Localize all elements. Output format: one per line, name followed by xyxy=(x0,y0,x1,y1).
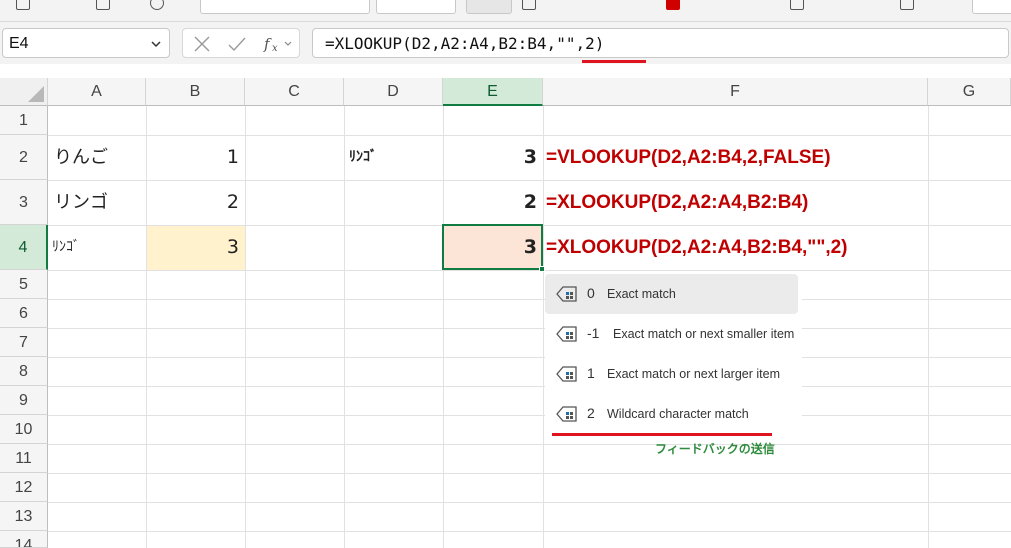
option-label: Exact match xyxy=(607,287,676,301)
row-header-13[interactable]: 13 xyxy=(0,502,48,531)
formula-highlight-underline xyxy=(582,60,646,63)
cell-d2[interactable]: ﾘﾝｺﾞ xyxy=(345,135,443,180)
row-header-6[interactable]: 6 xyxy=(0,299,48,328)
cell-b4[interactable]: 3 xyxy=(146,225,245,270)
option-code: 2 xyxy=(587,405,595,421)
row-header-1[interactable]: 1 xyxy=(0,106,48,135)
select-all-corner[interactable] xyxy=(0,78,48,106)
name-box[interactable]: E4 xyxy=(2,28,170,58)
option-exact-match[interactable]: 0 Exact match xyxy=(545,274,798,314)
gridline xyxy=(48,502,1011,503)
row-header-5[interactable]: 5 xyxy=(0,270,48,299)
option-highlight-underline xyxy=(552,433,772,436)
gridline xyxy=(48,415,1011,416)
formula-controls: f x xyxy=(182,28,300,58)
font-size-dropdown[interactable] xyxy=(376,0,456,14)
spreadsheet-grid[interactable]: A B C D E F G 1 2 3 4 5 6 7 8 9 10 11 12… xyxy=(0,78,1011,548)
cancel-icon[interactable] xyxy=(193,35,211,53)
option-label: Exact match or next smaller item xyxy=(613,327,795,341)
gridline xyxy=(48,473,1011,474)
underline-icon[interactable] xyxy=(522,0,536,10)
enter-icon[interactable] xyxy=(227,35,247,53)
name-box-value: E4 xyxy=(9,35,29,52)
formula-bar: E4 f x =XLOOKUP(D2,A2:A4,B2:B4,"",2) xyxy=(0,22,1011,64)
cell-b3[interactable]: 2 xyxy=(146,180,245,225)
cell-e4[interactable]: 3 xyxy=(443,225,543,270)
row-header-14[interactable]: 14 xyxy=(0,531,48,548)
match-mode-icon xyxy=(556,366,577,382)
select-all-icon xyxy=(28,86,44,102)
gridline xyxy=(543,106,544,548)
gridline xyxy=(245,106,246,548)
column-header-b[interactable]: B xyxy=(146,78,245,106)
svg-text:f: f xyxy=(263,35,272,53)
option-label: Exact match or next larger item xyxy=(607,367,780,381)
format-painter-icon[interactable] xyxy=(150,0,164,10)
align-icon[interactable] xyxy=(790,0,804,10)
match-mode-icon xyxy=(556,406,577,422)
gridline xyxy=(928,106,929,548)
row-header-7[interactable]: 7 xyxy=(0,328,48,357)
row-header-4[interactable]: 4 xyxy=(0,225,48,270)
column-header-f[interactable]: F xyxy=(543,78,928,106)
column-header-a[interactable]: A xyxy=(48,78,146,106)
formula-text: =XLOOKUP(D2,A2:A4,B2:B4,"",2) xyxy=(325,34,605,53)
number-format-dropdown[interactable] xyxy=(972,0,1011,14)
column-header-g[interactable]: G xyxy=(928,78,1011,106)
insert-function-icon[interactable]: f x xyxy=(263,34,297,54)
option-code: 1 xyxy=(587,365,595,381)
option-code: 0 xyxy=(587,285,595,301)
font-name-dropdown[interactable] xyxy=(200,0,370,14)
wrap-icon[interactable] xyxy=(900,0,914,10)
cell-a4[interactable]: ﾘﾝｺﾞ xyxy=(48,225,146,270)
option-code: -1 xyxy=(587,325,600,341)
row-header-11[interactable]: 11 xyxy=(0,444,48,473)
cell-a3[interactable]: リンゴ xyxy=(50,180,146,225)
cell-a2[interactable]: りんご xyxy=(50,135,146,180)
option-label: Wildcard character match xyxy=(607,407,749,421)
gridline xyxy=(48,357,1011,358)
column-header-e[interactable]: E xyxy=(443,78,543,106)
gridline xyxy=(48,299,1011,300)
row-header-10[interactable]: 10 xyxy=(0,415,48,444)
svg-text:x: x xyxy=(272,43,278,54)
gridline xyxy=(48,270,1011,271)
match-mode-icon xyxy=(556,326,577,342)
cell-e2[interactable]: 3 xyxy=(443,135,543,180)
formula-input[interactable]: =XLOOKUP(D2,A2:A4,B2:B4,"",2) xyxy=(312,28,1009,58)
chevron-down-icon[interactable] xyxy=(151,39,161,49)
cell-b2[interactable]: 1 xyxy=(146,135,245,180)
option-exact-or-smaller[interactable]: -1 Exact match or next smaller item xyxy=(545,314,798,354)
ribbon xyxy=(0,0,1011,22)
paste-icon[interactable] xyxy=(96,0,110,10)
match-mode-dropdown[interactable]: 0 Exact match -1 Exact match or next sma… xyxy=(545,274,802,434)
bold-button[interactable] xyxy=(466,0,512,14)
gridline xyxy=(48,386,1011,387)
annotation-xlookup: =XLOOKUP(D2,A2:A4,B2:B4) xyxy=(546,192,809,213)
column-header-c[interactable]: C xyxy=(245,78,344,106)
undo-icon[interactable] xyxy=(16,0,30,10)
match-mode-icon xyxy=(556,286,577,302)
font-color-icon[interactable] xyxy=(666,0,680,10)
row-header-8[interactable]: 8 xyxy=(0,357,48,386)
gridline xyxy=(48,328,1011,329)
option-wildcard-match[interactable]: 2 Wildcard character match xyxy=(545,394,798,434)
cell-e3[interactable]: 2 xyxy=(443,180,543,225)
gridline xyxy=(48,531,1011,532)
row-header-3[interactable]: 3 xyxy=(0,180,48,225)
row-header-2[interactable]: 2 xyxy=(0,135,48,180)
row-header-12[interactable]: 12 xyxy=(0,473,48,502)
row-header-9[interactable]: 9 xyxy=(0,386,48,415)
gridline xyxy=(48,444,1011,445)
column-header-d[interactable]: D xyxy=(344,78,443,106)
feedback-link[interactable]: フィードバックの送信 xyxy=(655,440,775,457)
annotation-vlookup: =VLOOKUP(D2,A2:B4,2,FALSE) xyxy=(546,147,831,168)
annotation-xlookup-wildcard: =XLOOKUP(D2,A2:A4,B2:B4,"",2) xyxy=(546,237,848,258)
option-exact-or-larger[interactable]: 1 Exact match or next larger item xyxy=(545,354,798,394)
